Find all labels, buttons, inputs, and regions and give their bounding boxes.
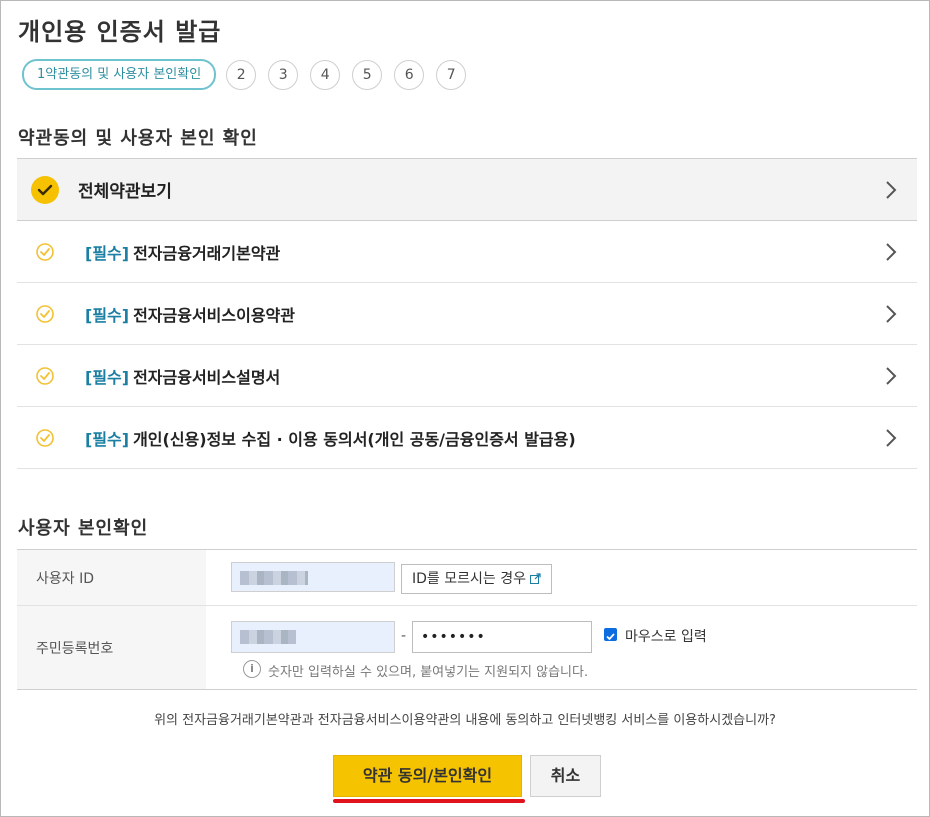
check-circle-outline-icon[interactable] xyxy=(36,428,54,447)
step-3: 3 xyxy=(268,59,299,90)
cancel-button[interactable]: 취소 xyxy=(530,755,601,797)
check-circle-outline-icon[interactable] xyxy=(36,242,54,261)
agreement-section-title: 약관동의 및 사용자 본인 확인 xyxy=(18,128,258,149)
chevron-right-icon[interactable] xyxy=(885,180,897,200)
agree-confirm-button[interactable]: 약관 동의/본인확인 xyxy=(333,755,522,797)
step-1-active: 1약관동의 및 사용자 본인확인 xyxy=(22,59,217,90)
rrn-separator: - xyxy=(401,628,407,644)
step-indicator: 1약관동의 및 사용자 본인확인 2 3 4 5 6 7 xyxy=(22,59,478,90)
rrn-front-input[interactable] xyxy=(231,621,395,653)
agreement-item[interactable]: [필수] 전자금융거래기본약관 xyxy=(17,221,917,283)
step-2: 2 xyxy=(226,59,257,90)
required-tag: [필수] xyxy=(85,243,130,263)
step-5: 5 xyxy=(352,59,383,90)
chevron-right-icon[interactable] xyxy=(885,304,897,324)
chevron-right-icon[interactable] xyxy=(885,366,897,386)
user-id-label: 사용자 ID xyxy=(17,550,206,605)
agreement-item[interactable]: [필수] 개인(신용)정보 수집 · 이용 동의서(개인 공동/금융인증서 발급… xyxy=(17,407,917,469)
agreement-item-label: 개인(신용)정보 수집 · 이용 동의서(개인 공동/금융인증서 발급용) xyxy=(133,429,576,449)
agree-all-label: 전체약관보기 xyxy=(78,182,172,202)
rrn-row: 주민등록번호 - ••••••• 마우스로 입력 i 숫자만 입력하실 수 있으… xyxy=(17,605,917,689)
user-id-row: 사용자 ID ID를 모르시는 경우 xyxy=(17,550,917,605)
page-title: 개인용 인증서 발급 xyxy=(18,18,222,46)
check-circle-icon[interactable] xyxy=(31,175,59,204)
agreement-item[interactable]: [필수] 전자금융서비스설명서 xyxy=(17,345,917,407)
required-tag: [필수] xyxy=(85,305,130,325)
agree-all-row[interactable]: 전체약관보기 xyxy=(17,158,917,221)
highlight-underline xyxy=(333,799,525,803)
chevron-right-icon[interactable] xyxy=(885,428,897,448)
external-link-icon xyxy=(530,573,542,584)
identity-form: 사용자 ID ID를 모르시는 경우 주민등록번호 - ••••••• 마우스로… xyxy=(17,549,917,690)
agreement-list: 전체약관보기 [필수] 전자금융거래기본약관 [필수] 전자금융서비스이용약관 … xyxy=(17,158,917,469)
check-circle-outline-icon[interactable] xyxy=(36,304,54,323)
forgot-id-button[interactable]: ID를 모르시는 경우 xyxy=(401,564,553,594)
info-icon: i xyxy=(243,660,261,678)
step-7: 7 xyxy=(436,59,467,90)
chevron-right-icon[interactable] xyxy=(885,242,897,262)
agreement-item-label: 전자금융서비스이용약관 xyxy=(133,305,295,325)
masked-value xyxy=(240,630,296,644)
step-6: 6 xyxy=(394,59,425,90)
step-4: 4 xyxy=(310,59,341,90)
identity-section-title: 사용자 본인확인 xyxy=(18,518,149,539)
required-tag: [필수] xyxy=(85,429,130,449)
checkmark-icon xyxy=(606,633,615,641)
agreement-item[interactable]: [필수] 전자금융서비스이용약관 xyxy=(17,283,917,345)
required-tag: [필수] xyxy=(85,367,130,387)
rrn-back-input[interactable]: ••••••• xyxy=(412,621,592,653)
check-circle-outline-icon[interactable] xyxy=(36,366,54,385)
masked-value xyxy=(240,571,308,585)
mouse-input-label[interactable]: 마우스로 입력 xyxy=(625,626,707,646)
mouse-input-checkbox[interactable] xyxy=(604,628,617,641)
rrn-label: 주민등록번호 xyxy=(17,606,206,689)
user-id-input[interactable] xyxy=(231,562,395,592)
forgot-id-label: ID를 모르시는 경우 xyxy=(412,571,526,587)
rrn-hint: 숫자만 입력하실 수 있으며, 붙여넣기는 지원되지 않습니다. xyxy=(268,665,589,680)
confirm-question: 위의 전자금융거래기본약관과 전자금융서비스이용약관의 내용에 동의하고 인터넷… xyxy=(154,713,776,728)
agreement-item-label: 전자금융거래기본약관 xyxy=(133,243,281,263)
agreement-item-label: 전자금융서비스설명서 xyxy=(133,367,281,387)
